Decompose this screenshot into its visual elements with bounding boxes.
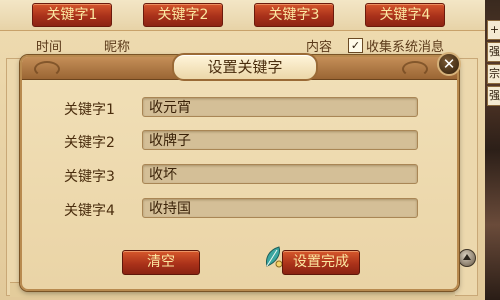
keyword-row-3: 关键字3 收坏	[22, 164, 457, 186]
tab-keyword-2[interactable]: 关键字2	[143, 3, 223, 27]
keyword-2-input[interactable]: 收牌子	[142, 130, 418, 150]
column-nickname: 昵称	[104, 40, 131, 55]
checkbox-icon[interactable]: ✓	[348, 38, 363, 53]
tab-keyword-1[interactable]: 关键字1	[32, 3, 112, 27]
keyword-4-input[interactable]: 收持国	[142, 198, 418, 218]
column-content: 内容	[306, 40, 333, 55]
keyword-row-4: 关键字4 收持国	[22, 198, 457, 220]
side-button-plus[interactable]: +	[487, 20, 500, 40]
keyword-tab-bar: 关键字1 关键字2 关键字3 关键字4	[0, 0, 485, 31]
keyword-3-input[interactable]: 收坏	[142, 164, 418, 184]
done-button[interactable]: 设置完成	[282, 250, 360, 275]
keyword-3-label: 关键字3	[64, 169, 115, 185]
swirl-ornament-icon	[402, 61, 428, 77]
side-button-strengthen-2[interactable]: 强	[487, 86, 500, 106]
tab-keyword-3[interactable]: 关键字3	[254, 3, 334, 27]
tab-keyword-4[interactable]: 关键字4	[365, 3, 445, 27]
scroll-up-icon[interactable]	[458, 249, 476, 267]
dialog-title: 设置关键字	[172, 53, 318, 81]
set-keywords-dialog: 设置关键字 ✕ 关键字1 收元宵 关键字2 收牌子 关键字3 收坏 关键字4 收…	[20, 52, 461, 291]
keyword-1-input[interactable]: 收元宵	[142, 97, 418, 117]
column-time: 时间	[36, 40, 63, 55]
keyword-row-1: 关键字1 收元宵	[22, 97, 457, 119]
close-icon[interactable]: ✕	[437, 52, 461, 76]
message-list-header: 时间 昵称 内容 收集系统消息	[0, 36, 485, 55]
keyword-2-label: 关键字2	[64, 135, 115, 151]
keyword-4-label: 关键字4	[64, 203, 115, 219]
keyword-1-label: 关键字1	[64, 102, 115, 118]
collect-system-messages-label: 收集系统消息	[366, 40, 445, 55]
swirl-ornament-icon	[34, 61, 60, 77]
side-button-sect[interactable]: 宗	[487, 64, 500, 84]
keyword-row-2: 关键字2 收牌子	[22, 130, 457, 152]
clear-button[interactable]: 清空	[122, 250, 200, 275]
side-button-strengthen[interactable]: 强	[487, 42, 500, 62]
